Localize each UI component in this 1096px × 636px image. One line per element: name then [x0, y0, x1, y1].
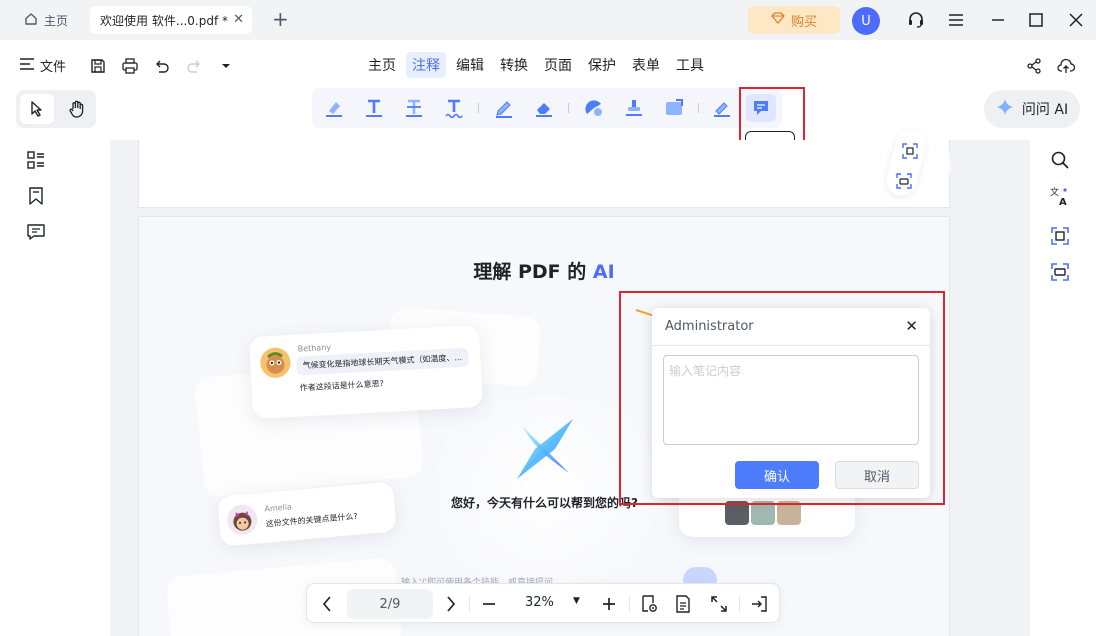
buy-button[interactable]: 购买: [748, 6, 840, 34]
squiggly-tool-icon[interactable]: [442, 96, 466, 120]
tab-document[interactable]: 欢迎使用 软件...0.pdf * ✕: [90, 6, 252, 34]
file-menu[interactable]: 文件: [20, 56, 66, 75]
page-heading-text: 理解 PDF 的: [473, 261, 593, 283]
zoom-level[interactable]: 32%: [525, 595, 554, 610]
scan-text-icon: [901, 142, 919, 160]
diamond-icon: [771, 12, 785, 28]
share-icon[interactable]: [1024, 56, 1044, 76]
screen-capture-icon[interactable]: [1050, 262, 1070, 282]
tab-home[interactable]: 主页: [16, 7, 78, 33]
eraser-tool-icon[interactable]: [532, 96, 556, 120]
nav-divider: [469, 596, 470, 612]
chat-author-name: Bethany: [297, 342, 332, 354]
nav-divider: [739, 596, 740, 612]
page-navigation-bar: 32% ▼: [306, 583, 780, 623]
previous-page-icon[interactable]: [317, 594, 337, 614]
hand-tool-icon[interactable]: [60, 94, 94, 124]
page-number-input[interactable]: [347, 589, 433, 619]
exit-fullscreen-icon[interactable]: [749, 594, 769, 614]
chat-question: 作者这段话是什么意思?: [299, 379, 385, 393]
cloud-upload-icon[interactable]: [1056, 56, 1076, 76]
ask-ai-button[interactable]: 问问 AI: [984, 90, 1080, 128]
avatar: [259, 346, 292, 379]
menu-item-annotate[interactable]: 注释: [406, 52, 446, 78]
maximize-icon[interactable]: [1025, 9, 1047, 31]
file-menu-label: 文件: [40, 60, 67, 75]
support-headset-icon[interactable]: [905, 9, 927, 31]
select-tool-icon[interactable]: [20, 94, 54, 124]
zoom-dropdown-icon[interactable]: ▼: [573, 596, 580, 606]
save-icon[interactable]: [88, 56, 108, 76]
menu-item-edit[interactable]: 编辑: [450, 52, 490, 78]
signature-tool-icon[interactable]: [710, 96, 734, 120]
nav-divider: [629, 596, 630, 612]
print-icon[interactable]: [120, 56, 140, 76]
strikethrough-tool-icon[interactable]: [402, 96, 426, 120]
zoom-in-icon[interactable]: [599, 594, 619, 614]
ask-ai-label: 问问 AI: [1021, 102, 1069, 118]
title-bar: 主页 欢迎使用 软件...0.pdf * ✕ + 购买 U: [0, 0, 1096, 40]
menu-item-page[interactable]: 页面: [538, 52, 578, 78]
quick-access-dropdown-icon[interactable]: [216, 56, 236, 76]
page-heading: 理解 PDF 的 AI: [139, 257, 949, 284]
chat-question: 这份文件的关键点是什么?: [265, 511, 359, 529]
translate-icon[interactable]: 文A: [1050, 186, 1070, 206]
main-menu: 主页 注释 编辑 转换 页面 保护 表单 工具: [362, 52, 710, 78]
thumbnails-icon[interactable]: [26, 150, 46, 170]
menu-item-form[interactable]: 表单: [626, 52, 666, 78]
annotation-toolbar: [312, 88, 782, 128]
hamburger-icon: [20, 57, 34, 74]
tab-home-label: 主页: [44, 13, 69, 28]
avatar[interactable]: U: [852, 7, 880, 35]
close-window-icon[interactable]: [1065, 9, 1087, 31]
menu-item-convert[interactable]: 转换: [494, 52, 534, 78]
page-view-icon[interactable]: [673, 594, 693, 614]
svg-text:文: 文: [1050, 186, 1059, 198]
read-mode-icon[interactable]: [639, 594, 659, 614]
menu-bar: 文件 主页 注释 编辑 转换 页面 保护 表单 工具: [0, 48, 1096, 84]
chat-author-name: Amelia: [264, 502, 293, 514]
toolbar-divider: [478, 103, 479, 113]
close-tab-icon[interactable]: ✕: [233, 12, 244, 27]
toolbar-divider: [698, 103, 699, 113]
ai-greeting: 您好，今天有什么可以帮到您的吗?: [451, 496, 638, 510]
search-icon[interactable]: [1050, 150, 1070, 170]
redo-icon[interactable]: [184, 56, 204, 76]
undo-icon[interactable]: [152, 56, 172, 76]
fit-screen-icon[interactable]: [709, 594, 729, 614]
highlight-tool-icon[interactable]: [322, 96, 346, 120]
pdf-page-1: [138, 111, 954, 208]
ai-crystal-logo: [511, 415, 579, 483]
minimize-icon[interactable]: [987, 9, 1009, 31]
tab-document-label: 欢迎使用 软件...0.pdf *: [100, 13, 228, 28]
right-sidebar: 文A: [1040, 140, 1080, 292]
new-tab-icon[interactable]: +: [272, 8, 289, 30]
zoom-out-icon[interactable]: [479, 594, 499, 614]
bookmark-icon[interactable]: [26, 186, 46, 206]
svg-text:A: A: [1059, 197, 1067, 206]
toolbar-divider: [568, 103, 569, 113]
menu-item-home[interactable]: 主页: [362, 52, 402, 78]
highlight-frame-note-dialog: [619, 291, 945, 505]
ai-sparkle-icon: [996, 98, 1014, 120]
menu-item-protect[interactable]: 保护: [582, 52, 622, 78]
cursor-mode-group: [16, 90, 96, 128]
next-page-icon[interactable]: [441, 594, 461, 614]
menu-item-tools[interactable]: 工具: [670, 52, 710, 78]
comments-icon[interactable]: [26, 222, 46, 242]
menu-icon[interactable]: [945, 9, 967, 31]
buy-label: 购买: [790, 14, 817, 30]
page-heading-accent: AI: [592, 261, 615, 283]
text-underline-tool-icon[interactable]: [362, 96, 386, 120]
stamp-tool-icon[interactable]: [622, 96, 646, 120]
area-highlight-tool-icon[interactable]: [662, 96, 686, 120]
avatar: [226, 503, 259, 536]
home-icon: [24, 12, 38, 29]
pen-tool-icon[interactable]: [492, 96, 516, 120]
chat-card-bethany: Bethany 气候变化是指地球长期天气模式（如温度、... 作者这段话是什么意…: [249, 325, 483, 419]
shape-tool-icon[interactable]: [582, 96, 606, 120]
scan-image-icon: [895, 172, 913, 190]
ocr-scan-icon[interactable]: [1050, 226, 1070, 246]
